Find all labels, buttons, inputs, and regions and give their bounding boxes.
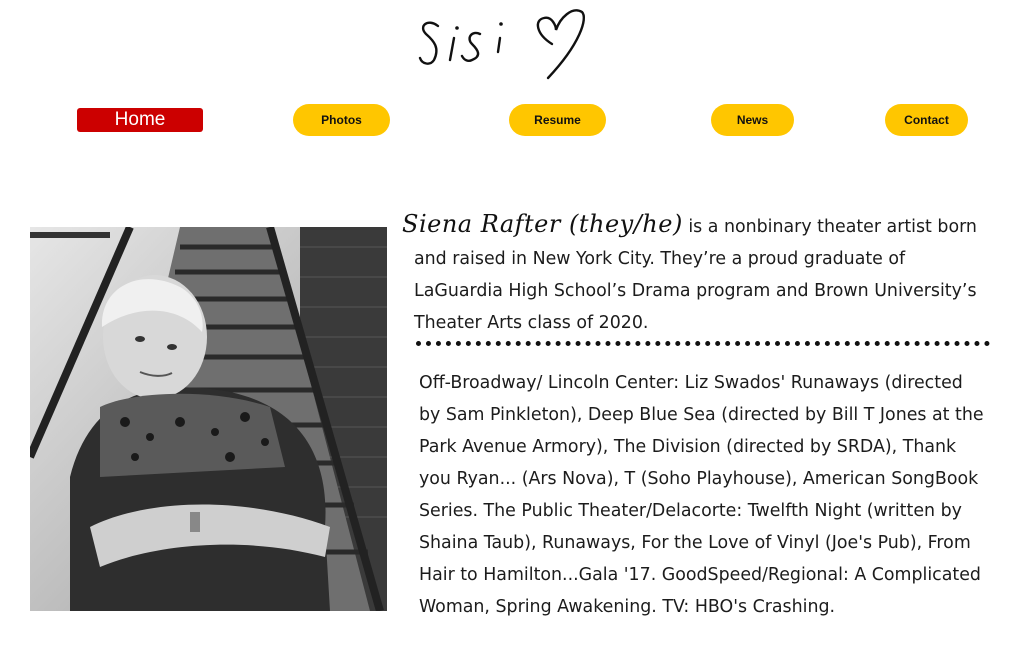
heart-icon [536, 9, 586, 80]
headshot-photo [30, 227, 387, 611]
artist-name-signature: Siena Rafter (they/he) [402, 210, 683, 238]
nav-resume-button[interactable]: Resume [509, 104, 606, 136]
logo-signature [418, 9, 586, 80]
nav-news-button[interactable]: News [711, 104, 794, 136]
dotted-divider [416, 341, 990, 346]
site-logo[interactable] [410, 4, 590, 84]
nav-photos-button[interactable]: Photos [293, 104, 390, 136]
nav-contact-button[interactable]: Contact [885, 104, 968, 136]
bio-paragraph: Siena Rafter (they/he) is a nonbinary th… [402, 208, 984, 339]
credits-paragraph: Off-Broadway/ Lincoln Center: Liz Swados… [419, 373, 984, 617]
nav-home-button[interactable]: Home [77, 108, 203, 132]
